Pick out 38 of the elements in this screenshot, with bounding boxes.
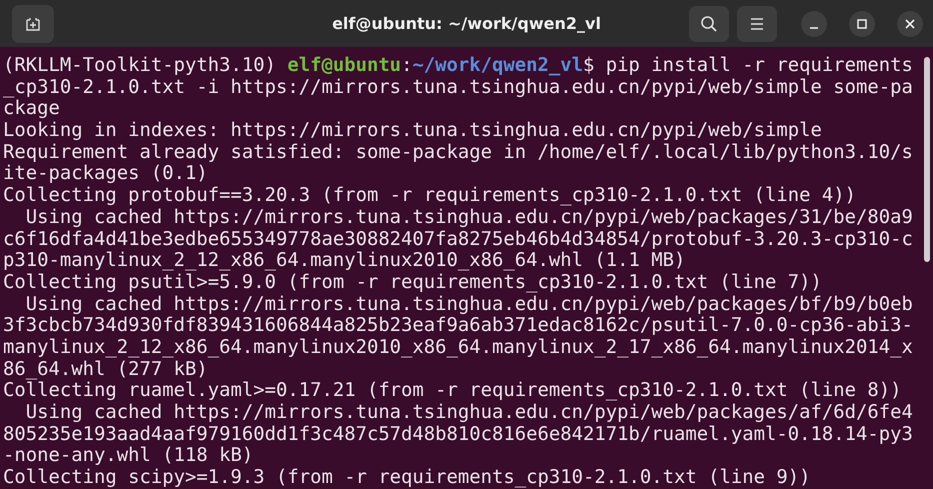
output-line: Looking in indexes: https://mirrors.tuna.tsinghua.edu.cn/pypi/web/simple	[3, 120, 822, 142]
prompt-text: ~/work/qwen2_vl	[412, 54, 584, 76]
output-line: Using cached https://mirrors.tuna.tsinghua.edu.cn/pypi/web/packages/bf/b9/b0eb	[24, 294, 913, 316]
output-line: 3f3cbcb734d930fdf839431606844a825b23eaf9a6ab371edac8162c/psutil-7.0.0-cp36-abi3-	[3, 315, 913, 337]
search-icon	[700, 14, 718, 32]
close-button[interactable]	[897, 10, 923, 36]
output-line: Collecting scipy>=1.9.3 (from -r requirements_cp310-2.1.0.txt (line 9))	[3, 467, 810, 489]
new-tab-button[interactable]	[12, 4, 54, 42]
window-title: elf@ubuntu: ~/work/qwen2_vl	[332, 14, 601, 33]
output-line: 805235e193aad4aaf979160dd1f3c487c57d48b810c816e6e842171b/ruamel.yaml-0.18.14-py3	[3, 424, 913, 446]
scrollbar[interactable]	[924, 57, 930, 262]
output-line: ckage	[3, 98, 60, 120]
maximize-icon	[857, 18, 867, 28]
output-line: Requirement already satisfied: some-package in /home/elf/.local/lib/python3.10/s	[3, 142, 913, 164]
output-line: Collecting protobuf==3.20.3 (from -r requirements_cp310-2.1.0.txt (line 4))	[3, 185, 856, 207]
prompt-text: (RKLLM-Toolkit-pyth3.10)	[3, 54, 277, 76]
output-line: Using cached https://mirrors.tuna.tsinghua.edu.cn/pypi/web/packages/af/6d/6fe4	[24, 402, 913, 424]
prompt-text: $ pip install -r requirements	[583, 54, 913, 76]
output-line: manylinux_2_12_x86_64.manylinux2010_x86_64.manylinux_2_17_x86_64.manylinux2014_x	[3, 336, 913, 359]
output-line: Collecting ruamel.yaml>=0.17.21 (from -r requirements_cp310-2.1.0.txt (line 8))	[3, 380, 902, 402]
menu-button[interactable]	[737, 6, 777, 42]
output-line: p310-manylinux_2_12_x86_64.manylinux2010_x86_64.whl (1.1 MB)	[3, 250, 686, 272]
search-button[interactable]	[689, 6, 729, 42]
output-line: ite-packages (0.1)	[3, 163, 208, 186]
output-line: -none-any.whl (118 kB)	[3, 445, 254, 468]
minimize-button[interactable]	[801, 10, 827, 36]
output-line: c6f16dfa4d41be3edbe655349778ae30882407fa8275eb46b4d34854/protobuf-3.20.3-cp310-c	[3, 228, 913, 250]
minimize-icon	[809, 26, 819, 28]
output-line: _cp310-2.1.0.txt -i https://mirrors.tuna.tsinghua.edu.cn/pypi/web/simple some-pa	[3, 76, 913, 98]
close-icon	[905, 18, 915, 28]
new-tab-icon	[25, 16, 41, 32]
output-line: Using cached https://mirrors.tuna.tsinghua.edu.cn/pypi/web/packages/31/be/80a9	[24, 206, 913, 228]
maximize-button[interactable]	[849, 10, 875, 36]
menu-icon	[749, 16, 765, 30]
output-line: 86_64.whl (277 kB)	[3, 358, 208, 380]
output-line: Collecting psutil>=5.9.0 (from -r requirements_cp310-2.1.0.txt (line 7))	[3, 272, 822, 294]
prompt-text: :	[401, 54, 412, 76]
prompt-text: elf@ubuntu	[287, 54, 402, 76]
